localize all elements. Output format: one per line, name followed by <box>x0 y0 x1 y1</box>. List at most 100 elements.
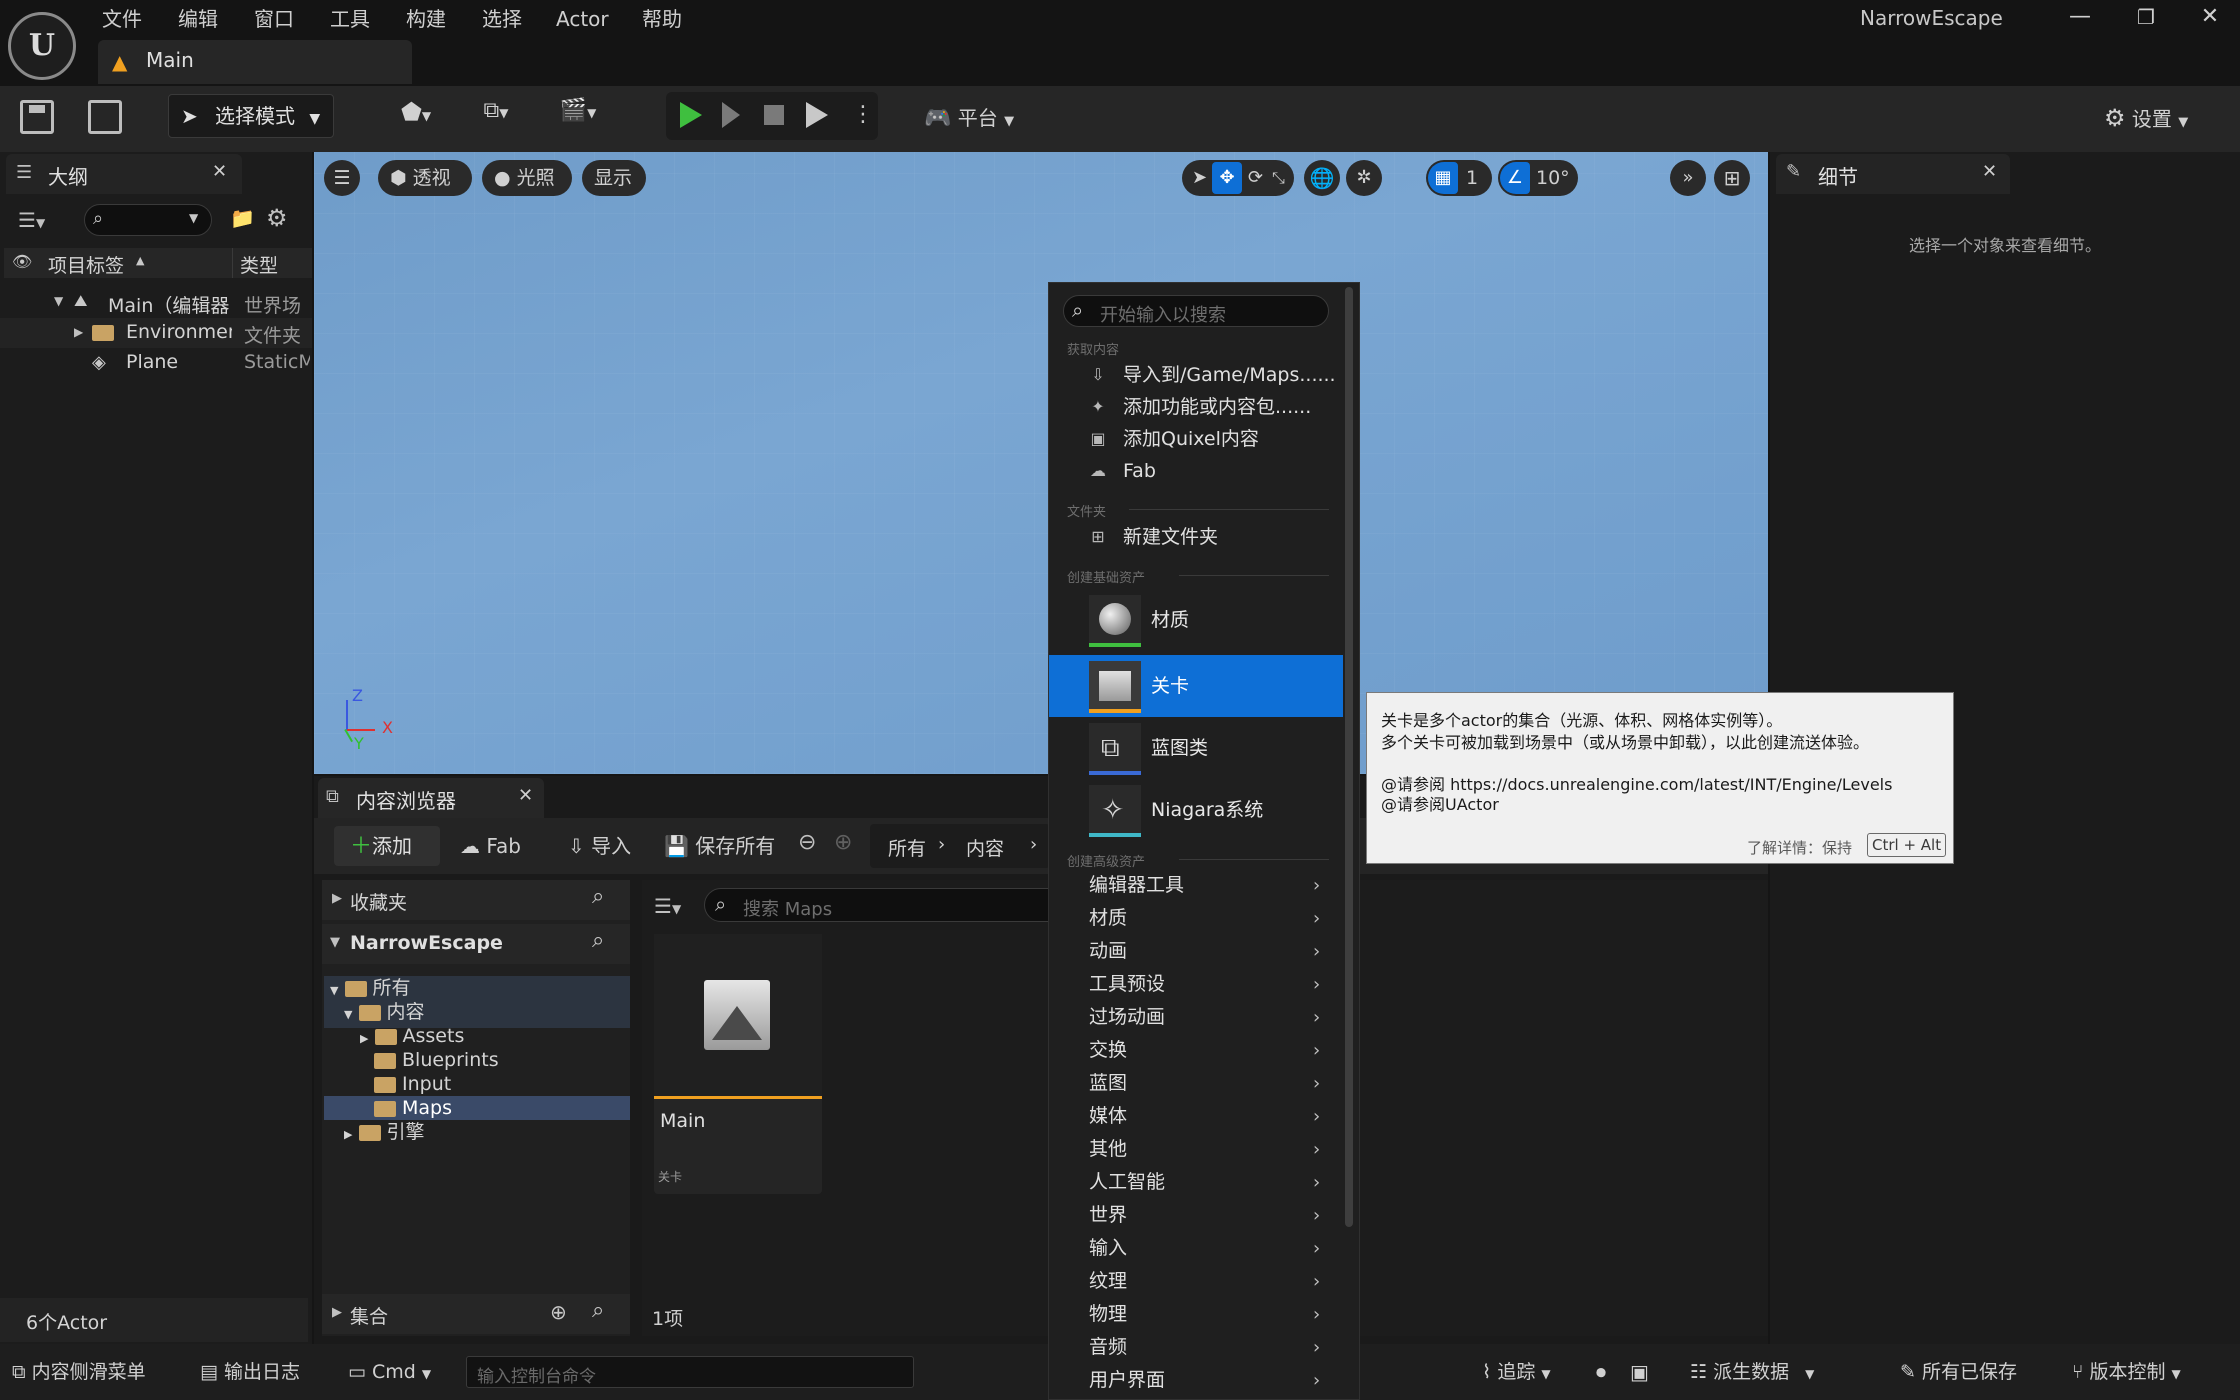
add-folder-icon[interactable]: 📁 <box>230 206 255 230</box>
expand-toolbar-icon[interactable]: » <box>1670 160 1706 196</box>
submenu-animation[interactable]: 动画 › <box>1049 935 1343 968</box>
submenu-ai[interactable]: 人工智能 › <box>1049 1166 1343 1199</box>
scale-tool-icon[interactable]: ⤡ <box>1272 160 1285 196</box>
tree-item-all[interactable]: ▼ 所有 <box>330 976 411 1000</box>
save-icon[interactable] <box>20 100 54 134</box>
menu-item-fab[interactable]: ☁ Fab <box>1049 455 1343 487</box>
all-saved-button[interactable]: ✎ 所有已保存 <box>1900 1344 2017 1400</box>
column-label[interactable]: 项目标签 <box>48 251 124 278</box>
more-options-icon[interactable]: ⋮ <box>852 102 874 128</box>
favorites-header[interactable]: ▶ 收藏夹 ⌕ <box>322 880 630 920</box>
source-control-dropdown[interactable]: ⑂ 版本控制 ▼ <box>2072 1344 2181 1400</box>
search-icon[interactable]: ⌕ <box>592 1298 604 1323</box>
select-mode-dropdown[interactable]: ➤ 选择模式 ▼ <box>168 94 334 138</box>
menu-file[interactable]: 文件 <box>102 4 142 34</box>
menu-item-import[interactable]: ⇩ 导入到/Game/Maps...... <box>1049 359 1343 391</box>
output-log-button[interactable]: ▤ 输出日志 <box>200 1344 300 1400</box>
add-actor-icon[interactable]: ⬟▼ <box>386 98 446 138</box>
surface-snap-icon[interactable]: ✲ <box>1346 160 1382 196</box>
rotate-tool-icon[interactable]: ⟳ <box>1248 160 1263 196</box>
add-collection-icon[interactable]: ⊕ <box>550 1300 567 1324</box>
column-type[interactable]: 类型 <box>240 251 278 278</box>
search-icon[interactable]: ⌕ <box>592 884 604 909</box>
grid-snap-toggle[interactable]: ▦ 1 <box>1426 160 1492 196</box>
cinematics-icon[interactable]: 🎬▼ <box>548 98 608 138</box>
screenshot-icon[interactable]: ▣ <box>1630 1344 1649 1400</box>
submenu-editor-tools[interactable]: 编辑器工具 › <box>1049 869 1343 902</box>
tree-item-content[interactable]: ▼ 内容 <box>344 1000 425 1024</box>
menu-build[interactable]: 构建 <box>406 4 446 34</box>
close-icon[interactable]: ✕ <box>212 161 227 182</box>
menu-window[interactable]: 窗口 <box>254 4 294 34</box>
submenu-audio[interactable]: 音频 › <box>1049 1331 1343 1364</box>
unreal-logo-icon[interactable]: U <box>8 12 76 80</box>
world-space-icon[interactable]: 🌐 <box>1304 160 1340 196</box>
fab-button[interactable]: ☁ Fab <box>460 826 521 866</box>
submenu-media[interactable]: 媒体 › <box>1049 1100 1343 1133</box>
play-icon[interactable] <box>680 102 702 128</box>
layout-icon[interactable]: ⊞ <box>1714 160 1750 196</box>
content-drawer-button[interactable]: ⧉ 内容侧滑菜单 <box>12 1344 146 1400</box>
breadcrumb-all[interactable]: 所有 <box>888 834 926 861</box>
gear-icon[interactable]: ⚙ <box>266 204 288 232</box>
submenu-texture[interactable]: 纹理 › <box>1049 1265 1343 1298</box>
menu-item-blueprint-class[interactable]: ⧉ 蓝图类 <box>1049 717 1343 779</box>
submenu-user-interface[interactable]: 用户界面 › <box>1049 1364 1343 1397</box>
tab-outliner[interactable]: ☰ 大纲 ✕ <box>6 154 242 194</box>
tree-item-assets[interactable]: ▶ Assets <box>360 1024 464 1048</box>
console-input[interactable]: 输入控制台命令 <box>466 1356 914 1388</box>
eject-icon[interactable] <box>806 102 828 128</box>
outliner-row[interactable]: ◈ Plane StaticM <box>0 348 312 378</box>
context-search-input[interactable]: ⌕ 开始输入以搜索 <box>1063 295 1329 327</box>
forward-arrow-icon[interactable]: ⊕ <box>834 830 852 855</box>
tree-item-maps[interactable]: Maps <box>374 1096 452 1120</box>
menu-edit[interactable]: 编辑 <box>178 4 218 34</box>
cmd-dropdown[interactable]: ▭ Cmd ▼ <box>348 1344 431 1400</box>
submenu-misc[interactable]: 其他 › <box>1049 1133 1343 1166</box>
tab-main-level[interactable]: ▲ Main <box>98 40 412 84</box>
minimize-icon[interactable]: — <box>2050 0 2110 36</box>
menu-help[interactable]: 帮助 <box>642 4 682 34</box>
menu-item-add-feature-pack[interactable]: ✦ 添加功能或内容包...... <box>1049 391 1343 423</box>
submenu-material[interactable]: 材质 › <box>1049 902 1343 935</box>
filter-icon[interactable]: ☰▼ <box>18 208 45 232</box>
submenu-tool-presets[interactable]: 工具预设 › <box>1049 968 1343 1001</box>
viewport-menu-icon[interactable]: ☰ <box>324 160 360 196</box>
menu-item-add-quixel[interactable]: ▣ 添加Quixel内容 <box>1049 423 1343 455</box>
submenu-cinematics[interactable]: 过场动画 › <box>1049 1001 1343 1034</box>
lighting-button[interactable]: ● 光照 <box>482 160 572 196</box>
outliner-search-input[interactable]: ⌕ ▼ <box>84 204 212 236</box>
grid-size-value[interactable]: 1 <box>1466 160 1478 196</box>
outliner-row[interactable]: ▶ Environment 文件夹 <box>0 318 312 348</box>
stop-icon[interactable] <box>764 105 784 125</box>
select-tool-icon[interactable]: ➤ <box>1192 160 1207 196</box>
derived-data-dropdown[interactable]: ☷ 派生数据 ▼ <box>1690 1344 1814 1400</box>
menu-tools[interactable]: 工具 <box>330 4 370 34</box>
restore-icon[interactable]: ❐ <box>2116 0 2176 36</box>
advance-frame-icon[interactable] <box>722 102 740 128</box>
tab-content-browser[interactable]: ⧉ 内容浏览器 ✕ <box>318 778 544 818</box>
search-icon[interactable]: ⌕ <box>592 928 604 953</box>
angle-snap-toggle[interactable]: ∠ 10° <box>1498 160 1578 196</box>
outliner-row[interactable]: ▼ ⛰ Main（编辑器 世界场 <box>0 288 312 318</box>
platforms-dropdown[interactable]: 🎮 平台 ▼ <box>924 98 1014 138</box>
collections-header[interactable]: ▶ 集合 ⊕ ⌕ <box>322 1294 630 1334</box>
menu-item-level[interactable]: 关卡 <box>1049 655 1343 717</box>
settings-dropdown[interactable]: ⚙ 设置 ▼ <box>2104 98 2188 138</box>
submenu-blueprint[interactable]: 蓝图 › <box>1049 1067 1343 1100</box>
tree-item-engine[interactable]: ▶ 引擎 <box>344 1120 425 1144</box>
project-header[interactable]: ▼ NarrowEscape ⌕ <box>322 924 630 964</box>
submenu-world[interactable]: 世界 › <box>1049 1199 1343 1232</box>
menu-item-material[interactable]: 材质 <box>1049 589 1343 651</box>
menu-item-niagara[interactable]: ✧ Niagara系统 <box>1049 779 1343 841</box>
trace-dropdown[interactable]: ⌇ 追踪 ▼ <box>1482 1344 1551 1400</box>
show-button[interactable]: 显示 <box>582 160 646 196</box>
back-arrow-icon[interactable]: ⊖ <box>798 830 816 855</box>
submenu-input[interactable]: 输入 › <box>1049 1232 1343 1265</box>
asset-tile-main[interactable]: Main 关卡 <box>654 934 822 1194</box>
close-icon[interactable]: ✕ <box>1982 161 1997 182</box>
close-window-icon[interactable]: ✕ <box>2180 0 2240 36</box>
close-icon[interactable]: ✕ <box>518 785 533 806</box>
content-browser-icon[interactable] <box>88 100 122 134</box>
perspective-button[interactable]: ⬢ 透视 <box>378 160 472 196</box>
